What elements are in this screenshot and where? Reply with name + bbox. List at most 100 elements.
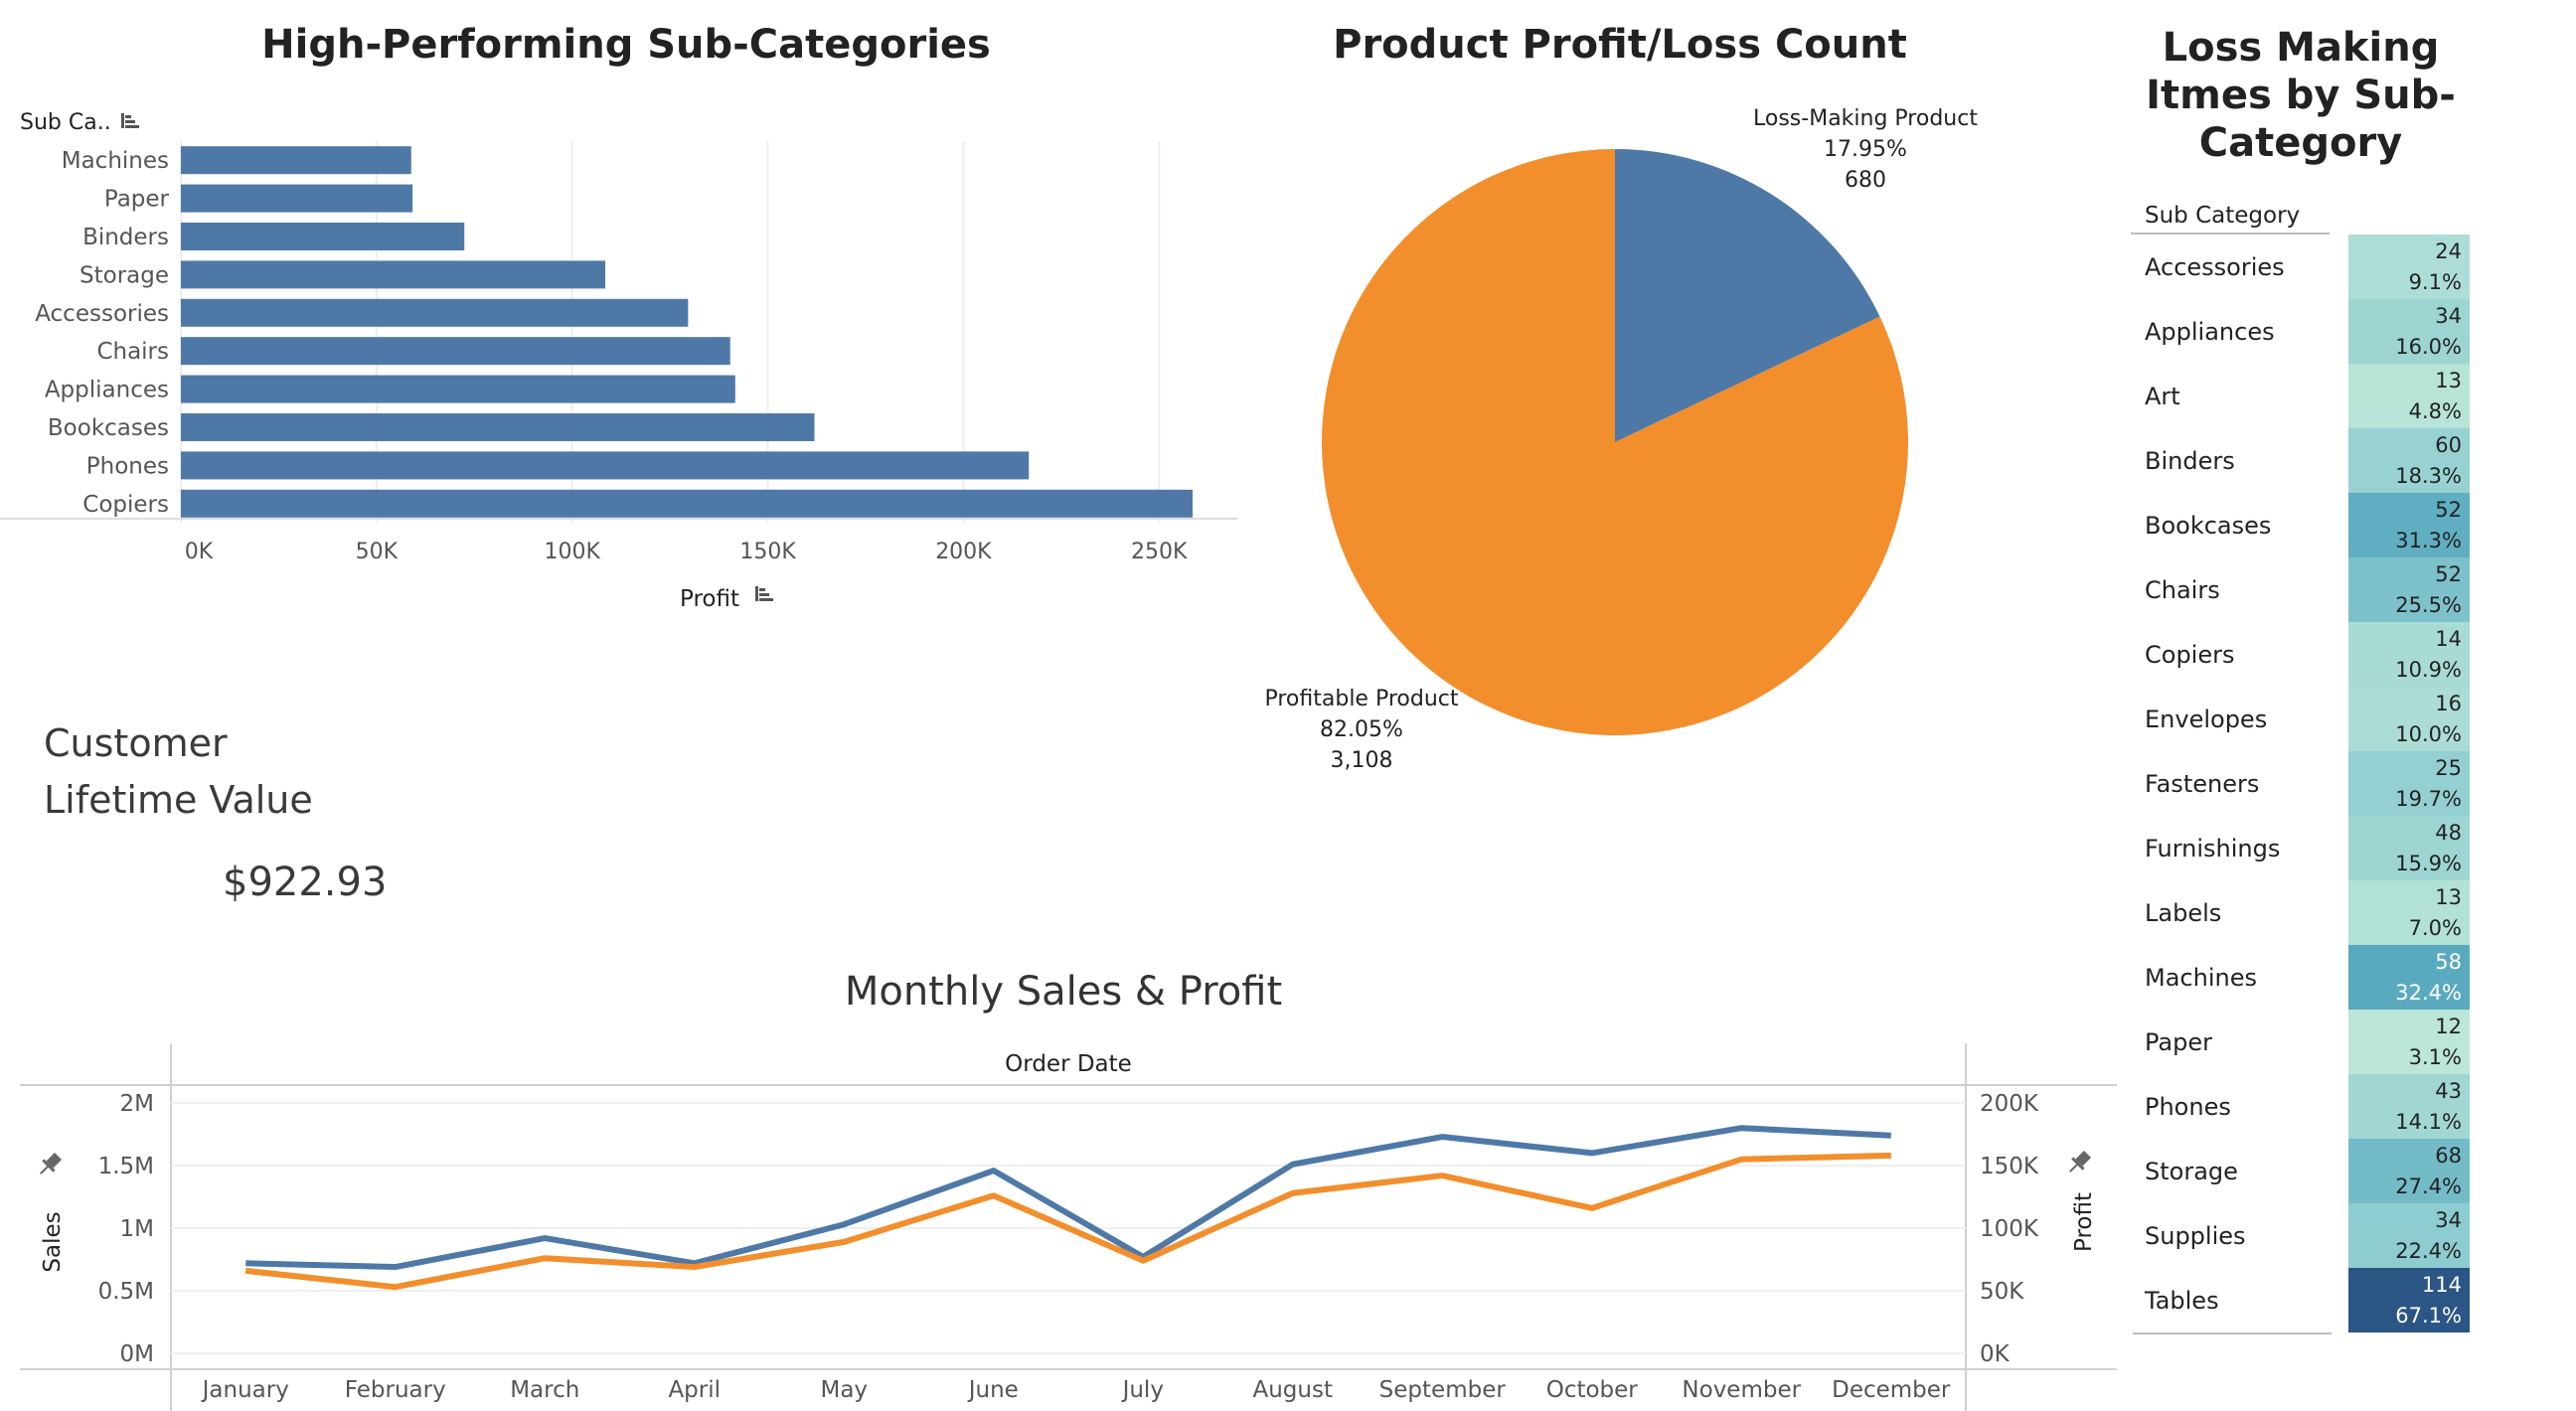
line-y-right-tick-label: 0K xyxy=(1980,1341,2011,1367)
table-row-name: Phones xyxy=(2145,1092,2231,1121)
table-cell-percent: 7.0% xyxy=(2408,916,2462,940)
bar-x-tick-label: 150K xyxy=(739,540,796,564)
table-cell-percent: 67.1% xyxy=(2395,1304,2462,1328)
table-heat-cell[interactable]: 60 18.3% xyxy=(2348,428,2470,493)
bar-category-label: Machines xyxy=(62,148,169,174)
bar-category-label: Phones xyxy=(86,453,169,479)
table-row[interactable]: Supplies 34 22.4% xyxy=(2133,1203,2471,1268)
line-y-left-label[interactable]: Sales xyxy=(40,1211,66,1272)
table-cell-percent: 10.9% xyxy=(2395,658,2462,682)
table-cell-percent: 3.1% xyxy=(2408,1045,2462,1069)
bar-y-header[interactable]: Sub Ca.. xyxy=(20,110,111,135)
table-row-name: Machines xyxy=(2145,963,2257,992)
table-bottom-divider xyxy=(2133,1333,2332,1334)
table-row[interactable]: Appliances 34 16.0% xyxy=(2133,299,2471,364)
bar[interactable] xyxy=(181,146,411,175)
line-y-left-tick-label: 2M xyxy=(120,1091,154,1117)
pie-label-count: 680 xyxy=(1845,168,1886,193)
bar-category-label: Copiers xyxy=(82,492,169,518)
table-row[interactable]: Copiers 14 10.9% xyxy=(2133,622,2471,687)
table-heat-cell[interactable]: 14 10.9% xyxy=(2348,622,2470,687)
loss-table-title: Loss Making Itmes by Sub- Category xyxy=(2097,24,2504,167)
bar[interactable] xyxy=(181,451,1030,480)
table-row[interactable]: Fasteners 25 19.7% xyxy=(2133,751,2471,816)
table-cell-count: 12 xyxy=(2435,1015,2462,1038)
table-row[interactable]: Machines 58 32.4% xyxy=(2133,945,2471,1010)
table-row[interactable]: Tables 114 67.1% xyxy=(2133,1268,2471,1333)
line-y-right-tick-label: 150K xyxy=(1980,1154,2039,1179)
bar[interactable] xyxy=(181,337,730,366)
table-row[interactable]: Bookcases 52 31.3% xyxy=(2133,493,2471,557)
line-y-right-label[interactable]: Profit xyxy=(2071,1192,2097,1252)
table-row[interactable]: Chairs 52 25.5% xyxy=(2133,557,2471,622)
bar-category-label: Bookcases xyxy=(48,415,169,441)
table-heat-cell[interactable]: 48 15.9% xyxy=(2348,816,2470,880)
table-row-name: Supplies xyxy=(2145,1221,2246,1250)
table-row[interactable]: Phones 43 14.1% xyxy=(2133,1074,2471,1139)
table-heat-cell[interactable]: 16 10.0% xyxy=(2348,687,2470,751)
clv-label-line: Lifetime Value xyxy=(44,778,313,822)
line-y-left-tick-label: 0.5M xyxy=(98,1279,154,1305)
table-row[interactable]: Labels 13 7.0% xyxy=(2133,880,2471,945)
bar-x-axis-label[interactable]: Profit xyxy=(680,586,739,612)
table-cell-count: 16 xyxy=(2435,692,2462,715)
table-heat-cell[interactable]: 13 7.0% xyxy=(2348,880,2470,945)
line-y-right-tick-label: 200K xyxy=(1980,1091,2039,1117)
bar-category-label: Binders xyxy=(82,225,169,250)
line-series-sales[interactable] xyxy=(245,1125,1891,1271)
table-heat-cell[interactable]: 25 19.7% xyxy=(2348,751,2470,816)
table-row[interactable]: Binders 60 18.3% xyxy=(2133,428,2471,493)
line-series-profit[interactable] xyxy=(244,1152,1891,1291)
sort-icon[interactable] xyxy=(755,586,773,601)
table-heat-cell[interactable]: 68 27.4% xyxy=(2348,1139,2470,1203)
table-cell-percent: 25.5% xyxy=(2395,593,2462,617)
table-row[interactable]: Envelopes 16 10.0% xyxy=(2133,687,2471,751)
table-heat-cell[interactable]: 114 67.1% xyxy=(2348,1268,2470,1333)
table-heat-cell[interactable]: 58 32.4% xyxy=(2348,945,2470,1010)
line-x-tick-label: April xyxy=(668,1377,721,1403)
line-y-right-tick-label: 100K xyxy=(1980,1216,2039,1242)
table-heat-cell[interactable]: 13 4.8% xyxy=(2348,364,2470,428)
pie-label-percent: 82.05% xyxy=(1320,717,1403,742)
table-row-name: Envelopes xyxy=(2145,705,2268,733)
table-cell-percent: 27.4% xyxy=(2395,1175,2462,1198)
bar[interactable] xyxy=(181,260,606,289)
loss-title-line: Category xyxy=(2198,120,2403,166)
bar[interactable] xyxy=(181,223,465,250)
clv-label-line: Customer xyxy=(44,721,228,765)
pin-icon[interactable] xyxy=(2064,1149,2093,1177)
table-row-name: Chairs xyxy=(2145,575,2220,604)
pie-chart: Loss-Making Product 17.95% 680 Profitable P… xyxy=(1264,106,1978,773)
bar-category-label: Chairs xyxy=(96,339,169,365)
bar[interactable] xyxy=(181,298,689,327)
table-cell-count: 14 xyxy=(2435,627,2462,651)
table-cell-percent: 19.7% xyxy=(2395,787,2462,811)
table-heat-cell[interactable]: 12 3.1% xyxy=(2348,1010,2470,1074)
table-cell-count: 58 xyxy=(2435,950,2462,974)
table-heat-cell[interactable]: 52 25.5% xyxy=(2348,557,2470,622)
bar[interactable] xyxy=(181,375,735,403)
table-row[interactable]: Storage 68 27.4% xyxy=(2133,1139,2471,1203)
table-row[interactable]: Art 13 4.8% xyxy=(2133,364,2471,428)
pie-label-name: Loss-Making Product xyxy=(1753,106,1978,131)
pin-icon[interactable] xyxy=(35,1151,64,1179)
bar-category-label: Accessories xyxy=(35,301,169,327)
table-row-name: Storage xyxy=(2145,1157,2238,1185)
table-heat-cell[interactable]: 52 31.3% xyxy=(2348,493,2470,557)
line-x-tick-label: February xyxy=(345,1377,446,1403)
table-row[interactable]: Paper 12 3.1% xyxy=(2133,1010,2471,1074)
table-heat-cell[interactable]: 34 22.4% xyxy=(2348,1203,2470,1268)
table-cell-count: 114 xyxy=(2421,1273,2462,1297)
table-heat-cell[interactable]: 24 9.1% xyxy=(2348,235,2470,299)
table-row[interactable]: Furnishings 48 15.9% xyxy=(2133,816,2471,880)
table-row-name: Art xyxy=(2145,382,2180,410)
bar[interactable] xyxy=(181,184,413,213)
table-cell-percent: 15.9% xyxy=(2395,852,2462,875)
bar[interactable] xyxy=(181,489,1193,518)
sort-icon[interactable] xyxy=(121,113,139,128)
table-row[interactable]: Accessories 24 9.1% xyxy=(2133,235,2471,299)
table-heat-cell[interactable]: 43 14.1% xyxy=(2348,1074,2470,1139)
table-heat-cell[interactable]: 34 16.0% xyxy=(2348,299,2470,364)
table-row-name: Appliances xyxy=(2145,317,2275,346)
bar[interactable] xyxy=(181,413,815,441)
